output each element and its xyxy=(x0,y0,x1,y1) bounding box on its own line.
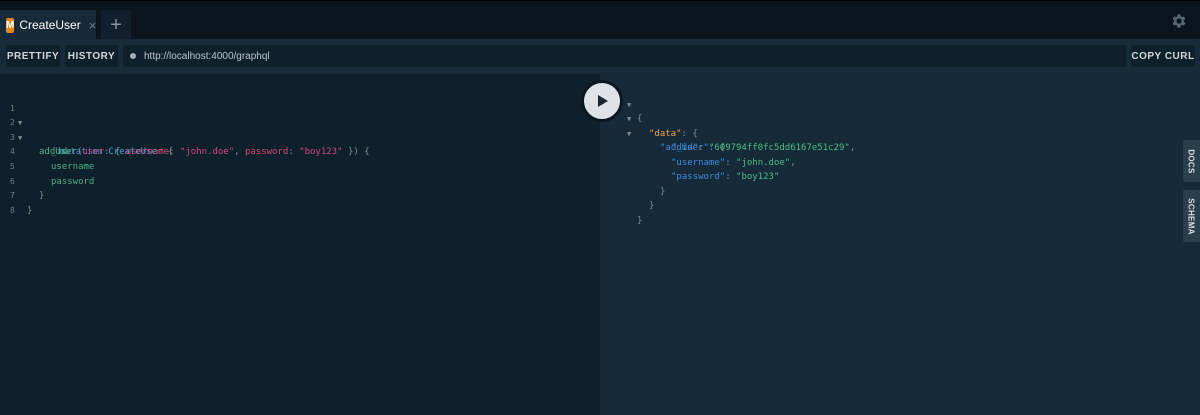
code-line: 5 password xyxy=(0,145,600,187)
docs-tab-label: DOCS xyxy=(1187,148,1197,174)
tab-title: CreateUser xyxy=(19,18,81,32)
gear-icon[interactable] xyxy=(1170,12,1188,30)
toolbar: PRETTIFY HISTORY COPY CURL xyxy=(0,39,1200,74)
copy-curl-button[interactable]: COPY CURL xyxy=(1131,45,1195,67)
play-icon xyxy=(598,95,608,107)
result-line: "password": "boy123" xyxy=(600,156,1160,182)
tab-bar: M CreateUser × + xyxy=(0,0,1200,40)
code-line: 6 } xyxy=(0,160,600,202)
result-line: ▼ "addUser": { xyxy=(600,112,1160,154)
punctuation: } xyxy=(27,205,33,216)
tab-createuser[interactable]: M CreateUser × xyxy=(0,10,96,40)
prettify-button[interactable]: PRETTIFY xyxy=(6,45,60,67)
tab-badge: M xyxy=(6,17,15,33)
result-line: } xyxy=(600,185,1160,211)
punctuation: } xyxy=(637,215,643,226)
result-line: } xyxy=(600,170,1160,197)
execute-query-button[interactable] xyxy=(581,80,623,122)
add-tab-button[interactable]: + xyxy=(101,10,131,40)
result-viewer: ▼ { ▼ "data": { ▼ "addUser": { "_id": "6… xyxy=(600,74,1200,415)
endpoint-input[interactable] xyxy=(144,50,1104,62)
code-line: 8 xyxy=(0,189,600,215)
result-line: "username": "john.doe", xyxy=(600,141,1160,168)
code-line: 7 } xyxy=(0,175,600,216)
result-line: "_id": "609794ff0fc5dd6167e51c29", xyxy=(600,127,1160,153)
result-line: ▼ "data": { xyxy=(600,98,1160,139)
endpoint-bar[interactable] xyxy=(123,45,1126,67)
line-number: 8 xyxy=(10,205,15,215)
result-line: ▼ { xyxy=(600,83,1160,125)
schema-tab[interactable]: SCHEMA xyxy=(1183,190,1200,242)
close-icon[interactable]: × xyxy=(89,19,97,32)
code-line: 2 ▼ addUser(user: { username: "john.doe"… xyxy=(0,102,600,157)
code-line: 1 ▼ mutation CreateUser { xyxy=(0,87,600,158)
status-dot-icon xyxy=(130,53,136,59)
schema-tab-label: SCHEMA xyxy=(1187,197,1196,235)
docs-tab[interactable]: DOCS xyxy=(1183,140,1200,182)
code-line: 3 _id xyxy=(0,116,600,158)
code-line: 4 username xyxy=(0,131,600,172)
result-line: } xyxy=(600,199,1160,226)
history-button[interactable]: HISTORY xyxy=(65,45,118,67)
query-editor[interactable]: 1 ▼ mutation CreateUser { 2 ▼ addUser(us… xyxy=(0,74,600,415)
